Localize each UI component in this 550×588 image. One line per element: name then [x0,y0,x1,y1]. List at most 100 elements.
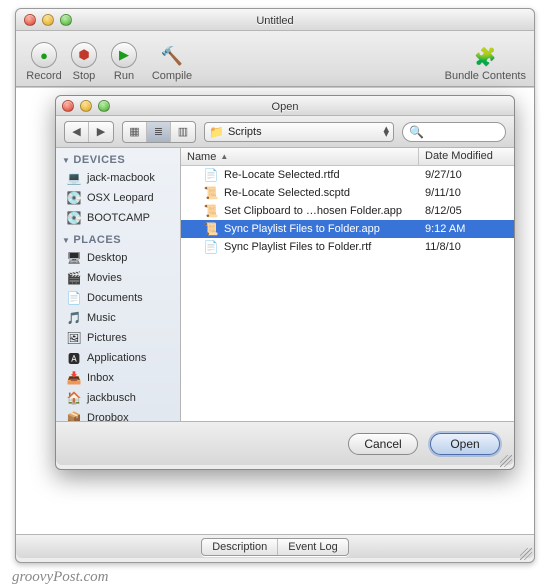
compile-button[interactable]: 🔨 Compile [144,42,200,82]
cancel-button[interactable]: Cancel [348,433,418,455]
sidebar-item-device[interactable]: 💽 OSX Leopard [56,188,180,208]
col-name[interactable]: Name ▲ [181,148,419,165]
run-button[interactable]: ▶ Run [104,42,144,82]
forward-button[interactable]: ▶ [89,122,113,142]
file-rows: 📄Re-Locate Selected.rtfd9/27/10📜Re-Locat… [181,166,514,421]
sidebar-item-label: Dropbox [87,412,129,421]
folder-icon: 📁 [209,125,224,139]
file-date: 9:12 AM [419,223,514,235]
dialog-window-controls [62,100,110,112]
dialog-toolbar: ◀ ▶ ▦ ≣ ▥ 📁 Scripts ▴▾ 🔍 [56,116,514,148]
back-button[interactable]: ◀ [65,122,89,142]
place-icon: 📦 [66,410,82,421]
search-icon: 🔍 [409,125,424,139]
minimize-icon[interactable] [80,100,92,112]
column-view-button[interactable]: ▥ [171,122,195,142]
file-list-pane: Name ▲ Date Modified 📄Re-Locate Selected… [181,148,514,421]
sidebar-item-place[interactable]: 🏠jackbusch [56,388,180,408]
chevron-left-icon: ◀ [72,125,80,138]
file-icon: 📜 [203,185,219,201]
dialog-buttons: Cancel Open [56,421,514,465]
bundle-contents-button[interactable]: 🧩 Bundle Contents [445,44,526,82]
disclosure-triangle-icon[interactable]: ▼ [62,236,70,245]
sidebar-item-device[interactable]: 💽BOOTCAMP [56,208,180,228]
column-headers: Name ▲ Date Modified [181,148,514,166]
col-date[interactable]: Date Modified [419,148,514,165]
list-icon: ≣ [154,125,163,138]
path-selector[interactable]: 📁 Scripts ▴▾ [204,122,394,142]
file-name: Sync Playlist Files to Folder.rtf [224,241,371,253]
list-view-button[interactable]: ≣ [147,122,171,142]
sidebar-header-devices: ▼DEVICES [56,148,180,168]
watermark: groovyPost.com [12,569,109,586]
sidebar-item-place[interactable]: 🎵Music [56,308,180,328]
file-name: Re-Locate Selected.scptd [224,187,350,199]
sidebar-item-place[interactable]: 📄 Documents [56,288,180,308]
search-field[interactable]: 🔍 [402,122,506,142]
dialog-titlebar: Open [56,96,514,116]
bottom-bar: Description Event Log [16,534,534,558]
search-input[interactable] [427,126,499,138]
file-name: Sync Playlist Files to Folder.app [224,223,380,235]
record-button[interactable]: ● Record [24,42,64,82]
file-icon: 📜 [203,203,219,219]
main-title: Untitled [256,15,293,27]
file-icon: 📄 [203,167,219,183]
disclosure-triangle-icon[interactable]: ▼ [62,156,70,165]
file-row[interactable]: 📄Re-Locate Selected.rtfd9/27/10 [181,166,514,184]
hammer-icon: 🔨 [153,42,191,70]
sidebar-item-place[interactable]: 📦 Dropbox [56,408,180,421]
file-row[interactable]: 📄Sync Playlist Files to Folder.rtf11/8/1… [181,238,514,256]
open-dialog: Open ◀ ▶ ▦ ≣ ▥ 📁 Scripts ▴▾ 🔍 ▼DEVICES 💻… [55,95,515,470]
main-toolbar: ● Record ⬢ Stop ▶ Run 🔨 Compile 🧩 Bundle… [16,31,534,87]
icon-view-button[interactable]: ▦ [123,122,147,142]
zoom-icon[interactable] [60,14,72,26]
tab-event-log[interactable]: Event Log [278,539,348,555]
sidebar-item-place[interactable]: 📥Inbox [56,368,180,388]
file-row[interactable]: 📜 Re-Locate Selected.scptd 9/11/10 [181,184,514,202]
main-titlebar: Untitled [16,9,534,31]
sidebar-item-place[interactable]: 🖥 Desktop [56,248,180,268]
close-icon[interactable] [62,100,74,112]
place-icon: 📄 [66,290,82,306]
sidebar-item-device[interactable]: 💻 jack-macbook [56,168,180,188]
sidebar-item-label: Desktop [87,252,127,264]
resize-handle-icon[interactable] [500,455,512,467]
sidebar-item-label: BOOTCAMP [87,212,150,224]
sidebar-item-label: jack-macbook [87,172,155,184]
bundle-icon: 🧩 [469,44,501,70]
file-date: 11/8/10 [419,241,514,253]
resize-handle-icon[interactable] [520,548,532,560]
device-icon: 💽 [66,190,82,206]
place-icon: 🖥 [66,250,82,266]
open-button[interactable]: Open [430,433,500,455]
place-icon: 🎬 [66,270,82,286]
sidebar-item-label: Inbox [87,372,114,384]
sidebar-item-label: OSX Leopard [87,192,154,204]
file-name: Set Clipboard to …hosen Folder.app [224,205,402,217]
stop-button[interactable]: ⬢ Stop [64,42,104,82]
file-row[interactable]: 📜 Set Clipboard to …hosen Folder.app 8/12/… [181,202,514,220]
sidebar-item-place[interactable]: 🅰Applications [56,348,180,368]
tab-description[interactable]: Description [202,539,278,555]
sidebar-item-label: jackbusch [87,392,136,404]
sidebar: ▼DEVICES 💻 jack-macbook 💽 OSX Leopard 💽BOOTC… [56,148,181,421]
file-date: 9/11/10 [419,187,514,199]
sidebar-item-place[interactable]: 🎬Movies [56,268,180,288]
place-icon: 🅰 [66,350,82,366]
sidebar-item-label: Documents [87,292,143,304]
minimize-icon[interactable] [42,14,54,26]
file-date: 9/27/10 [419,169,514,181]
dialog-body: ▼DEVICES 💻 jack-macbook 💽 OSX Leopard 💽BOOTC… [56,148,514,421]
close-icon[interactable] [24,14,36,26]
file-date: 8/12/05 [419,205,514,217]
zoom-icon[interactable] [98,100,110,112]
path-label: Scripts [228,126,262,138]
file-row[interactable]: 📜Sync Playlist Files to Folder.app9:12 A… [181,220,514,238]
bottom-tabs: Description Event Log [201,538,349,556]
sidebar-item-place[interactable]: 🖼Pictures [56,328,180,348]
device-icon: 💻 [66,170,82,186]
dialog-title: Open [272,101,299,113]
sidebar-header-places: ▼PLACES [56,228,180,248]
record-icon: ● [31,42,57,68]
